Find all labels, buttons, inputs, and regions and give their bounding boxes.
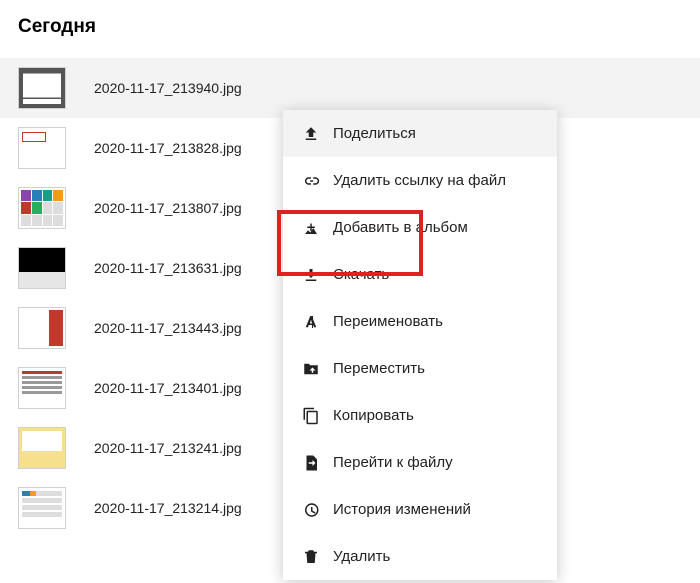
unlink-icon [301, 171, 321, 191]
menu-label: Переместить [333, 360, 425, 377]
file-name: 2020-11-17_213401.jpg [94, 380, 242, 396]
menu-label: Перейти к файлу [333, 454, 453, 471]
copy-icon [301, 406, 321, 426]
menu-delete[interactable]: Удалить [283, 533, 557, 580]
move-icon [301, 359, 321, 379]
menu-history[interactable]: История изменений [283, 486, 557, 533]
file-name: 2020-11-17_213807.jpg [94, 200, 242, 216]
file-name: 2020-11-17_213631.jpg [94, 260, 242, 276]
menu-move[interactable]: Переместить [283, 345, 557, 392]
menu-label: История изменений [333, 501, 471, 518]
menu-share[interactable]: Поделиться [283, 110, 557, 157]
menu-copy[interactable]: Копировать [283, 392, 557, 439]
file-thumbnail [18, 67, 66, 109]
menu-label: Копировать [333, 407, 414, 424]
file-name: 2020-11-17_213443.jpg [94, 320, 242, 336]
menu-label: Удалить ссылку на файл [333, 172, 506, 189]
menu-remove-link[interactable]: Удалить ссылку на файл [283, 157, 557, 204]
file-name: 2020-11-17_213214.jpg [94, 500, 242, 516]
file-thumbnail [18, 247, 66, 289]
file-thumbnail [18, 307, 66, 349]
rename-icon [301, 312, 321, 332]
menu-label: Удалить [333, 548, 390, 565]
menu-add-album[interactable]: Добавить в альбом [283, 204, 557, 251]
file-row[interactable]: 2020-11-17_213940.jpg [0, 58, 700, 118]
section-title: Сегодня [18, 16, 682, 38]
context-menu: Поделиться Удалить ссылку на файл Добави… [283, 110, 557, 580]
file-thumbnail [18, 187, 66, 229]
share-icon [301, 124, 321, 144]
trash-icon [301, 547, 321, 567]
menu-goto-file[interactable]: Перейти к файлу [283, 439, 557, 486]
file-thumbnail [18, 127, 66, 169]
add-album-icon [301, 218, 321, 238]
file-arrow-icon [301, 453, 321, 473]
file-name: 2020-11-17_213241.jpg [94, 440, 242, 456]
file-name: 2020-11-17_213940.jpg [94, 80, 242, 96]
menu-label: Добавить в альбом [333, 219, 468, 236]
section-header: Сегодня [0, 0, 700, 46]
file-thumbnail [18, 487, 66, 529]
menu-label: Скачать [333, 266, 389, 283]
file-thumbnail [18, 367, 66, 409]
menu-label: Переименовать [333, 313, 443, 330]
history-icon [301, 500, 321, 520]
file-name: 2020-11-17_213828.jpg [94, 140, 242, 156]
menu-label: Поделиться [333, 125, 416, 142]
download-icon [301, 265, 321, 285]
menu-download[interactable]: Скачать [283, 251, 557, 298]
menu-rename[interactable]: Переименовать [283, 298, 557, 345]
file-thumbnail [18, 427, 66, 469]
